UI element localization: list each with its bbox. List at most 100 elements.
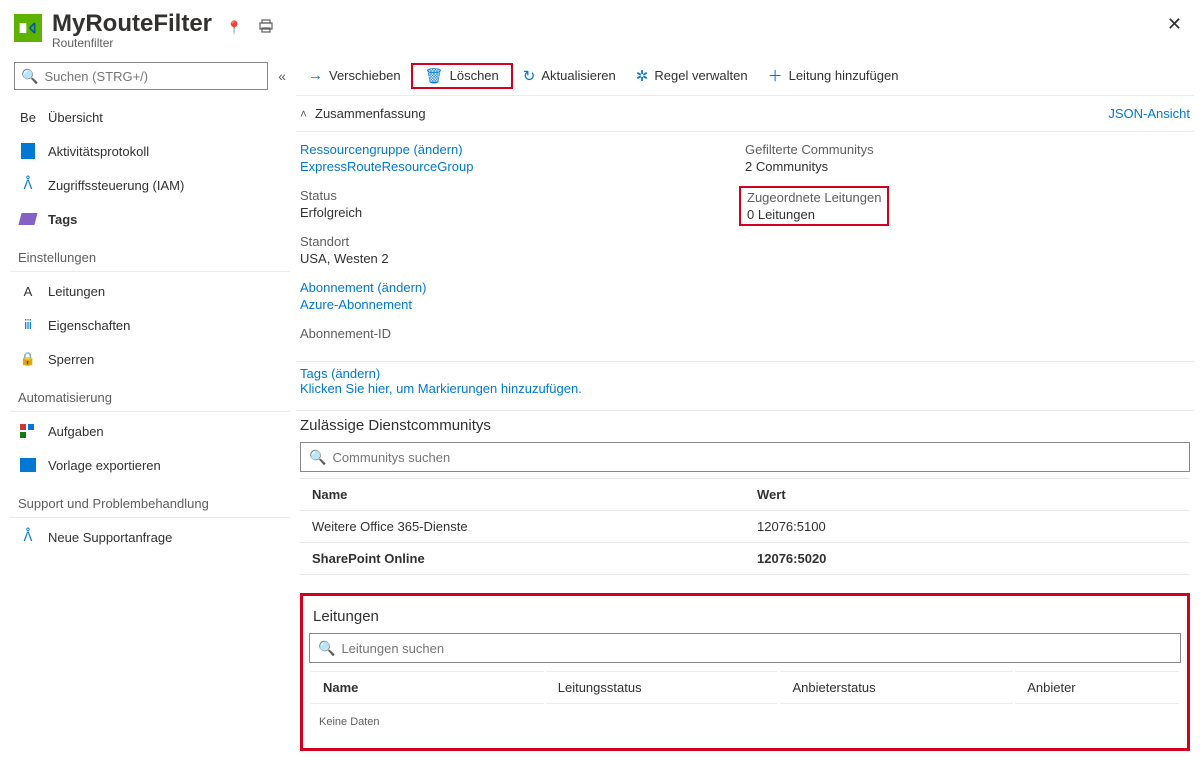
plus-icon: ＋	[768, 65, 783, 86]
circuits-search[interactable]: 🔍	[309, 633, 1181, 663]
communities-search-input[interactable]	[332, 450, 1181, 465]
sidebar-item-label: Aktivitätsprotokoll	[48, 144, 149, 159]
location-label: Standort	[300, 234, 745, 249]
circuits-search-input[interactable]	[341, 641, 1172, 656]
rg-value[interactable]: ExpressRouteResourceGroup	[300, 159, 745, 174]
communities-table: Name Wert Weitere Office 365-Dienste 120…	[300, 478, 1190, 575]
section-automation: Automatisierung	[10, 376, 290, 412]
summary-toggle[interactable]: ˄ Zusammenfassung	[300, 106, 426, 121]
status-label: Status	[300, 188, 745, 203]
move-button[interactable]: → Verschieben	[300, 67, 409, 84]
communities-section-title: Zulässige Dienstcommunitys	[296, 411, 1194, 440]
communities-search[interactable]: 🔍	[300, 442, 1190, 472]
subscription-label[interactable]: Abonnement (ändern)	[300, 280, 745, 295]
filtered-communities-label: Gefilterte Communitys	[745, 142, 1190, 157]
sidebar-item-properties[interactable]: ⅲ Eigenschaften	[10, 308, 290, 342]
sidebar-item-label: Übersicht	[48, 110, 103, 125]
search-icon: 🔍	[309, 449, 326, 466]
overview-icon: Be	[18, 110, 38, 125]
sidebar-item-label: Sperren	[48, 352, 94, 367]
tags-add-link[interactable]: Klicken Sie hier, um Markierungen hinzuz…	[300, 381, 582, 396]
associated-circuits-value: 0 Leitungen	[747, 207, 881, 222]
filtered-communities-value: 2 Communitys	[745, 159, 1190, 174]
refresh-button[interactable]: ↻ Aktualisieren	[515, 67, 624, 85]
sidebar-item-locks[interactable]: 🔒 Sperren	[10, 342, 290, 376]
toolbar-label: Verschieben	[329, 68, 401, 83]
community-name: SharePoint Online	[300, 543, 745, 575]
tag-icon	[18, 213, 38, 225]
sidebar-item-activity[interactable]: Aktivitätsprotokoll	[10, 134, 290, 168]
add-circuit-button[interactable]: ＋ Leitung hinzufügen	[760, 65, 907, 86]
sidebar-item-label: Aufgaben	[48, 424, 104, 439]
col-value: Wert	[745, 479, 1190, 511]
sidebar-search-input[interactable]	[44, 69, 261, 84]
table-row[interactable]: SharePoint Online 12076:5020	[300, 543, 1190, 575]
sidebar-item-new-support[interactable]: ᐰ Neue Supportanfrage	[10, 520, 290, 554]
collapse-icon[interactable]: «	[278, 68, 286, 84]
sidebar-item-tags[interactable]: Tags	[10, 202, 290, 236]
support-icon: ᐰ	[18, 529, 38, 545]
manage-rule-button[interactable]: ✲ Regel verwalten	[628, 67, 756, 85]
close-icon[interactable]: ✕	[1167, 14, 1182, 35]
page-subtitle: Routenfilter	[52, 36, 212, 50]
export-icon	[18, 458, 38, 472]
section-settings: Einstellungen	[10, 236, 290, 272]
resource-icon	[14, 14, 42, 42]
col-name: Name	[300, 479, 745, 511]
sidebar-search[interactable]: 🔍	[14, 62, 268, 90]
page-title: MyRouteFilter	[52, 10, 212, 38]
col-provider-status: Anbieterstatus	[780, 671, 1013, 704]
toolbar-label: Löschen	[450, 68, 499, 83]
pin-icon[interactable]: 📍	[226, 20, 242, 36]
search-icon: 🔍	[21, 68, 38, 85]
activity-log-icon	[18, 143, 38, 159]
circuits-title: Leitungen	[305, 602, 1185, 631]
sidebar-item-label: Eigenschaften	[48, 318, 130, 333]
main-content: → Verschieben 🗑 Löschen ↻ Aktualisieren …	[290, 56, 1200, 755]
section-support: Support und Problembehandlung	[10, 482, 290, 518]
sidebar-item-label: Leitungen	[48, 284, 105, 299]
tasks-icon	[18, 424, 38, 438]
sidebar-item-circuits[interactable]: A Leitungen	[10, 274, 290, 308]
sidebar-item-iam[interactable]: ᐰ Zugriffssteuerung (IAM)	[10, 168, 290, 202]
sidebar-item-label: Zugriffssteuerung (IAM)	[48, 178, 184, 193]
delete-icon: 🗑	[425, 67, 444, 85]
rg-label[interactable]: Ressourcengruppe (ändern)	[300, 142, 745, 157]
associated-circuits-label: Zugeordnete Leitungen	[747, 190, 881, 205]
move-icon: →	[308, 67, 323, 84]
subscription-value[interactable]: Azure-Abonnement	[300, 297, 745, 312]
refresh-icon: ↻	[523, 67, 536, 85]
table-row[interactable]: Weitere Office 365-Dienste 12076:5100	[300, 511, 1190, 543]
json-view-link[interactable]: JSON-Ansicht	[1108, 106, 1190, 121]
toolbar-label: Aktualisieren	[541, 68, 615, 83]
circuits-section: Leitungen 🔍 Name Leitungsstatus Anbieter…	[300, 593, 1190, 751]
location-value: USA, Westen 2	[300, 251, 745, 266]
sidebar-item-tasks[interactable]: Aufgaben	[10, 414, 290, 448]
sidebar-item-overview[interactable]: Be Übersicht	[10, 100, 290, 134]
subscription-id-label: Abonnement-ID	[300, 326, 745, 341]
status-value: Erfolgreich	[300, 205, 745, 220]
tags-label[interactable]: Tags (ändern)	[300, 366, 380, 381]
summary-label: Zusammenfassung	[315, 106, 426, 121]
sidebar-item-label: Vorlage exportieren	[48, 458, 161, 473]
delete-button[interactable]: 🗑 Löschen	[417, 67, 507, 85]
sidebar-item-label: Neue Supportanfrage	[48, 530, 172, 545]
lock-icon: 🔒	[18, 351, 38, 367]
toolbar-label: Leitung hinzufügen	[789, 68, 899, 83]
sidebar-item-label: Tags	[48, 212, 77, 227]
col-provider: Anbieter	[1015, 671, 1179, 704]
sidebar: 🔍 « Be Übersicht Aktivitätsprotokoll ᐰ Z…	[0, 56, 290, 755]
community-value: 12076:5020	[745, 543, 1190, 575]
circuits-icon: A	[18, 284, 38, 299]
print-icon[interactable]	[258, 18, 274, 37]
chevron-up-icon: ˄	[300, 107, 307, 121]
community-value: 12076:5100	[745, 511, 1190, 543]
page-header: MyRouteFilter Routenfilter 📍 ✕	[0, 0, 1200, 56]
col-circuit-status: Leitungsstatus	[546, 671, 779, 704]
col-name: Name	[311, 671, 544, 704]
no-data-message: Keine Daten	[305, 706, 1185, 738]
toolbar: → Verschieben 🗑 Löschen ↻ Aktualisieren …	[296, 56, 1194, 96]
sidebar-item-export[interactable]: Vorlage exportieren	[10, 448, 290, 482]
circuits-table: Name Leitungsstatus Anbieterstatus Anbie…	[309, 669, 1181, 706]
community-name: Weitere Office 365-Dienste	[300, 511, 745, 543]
